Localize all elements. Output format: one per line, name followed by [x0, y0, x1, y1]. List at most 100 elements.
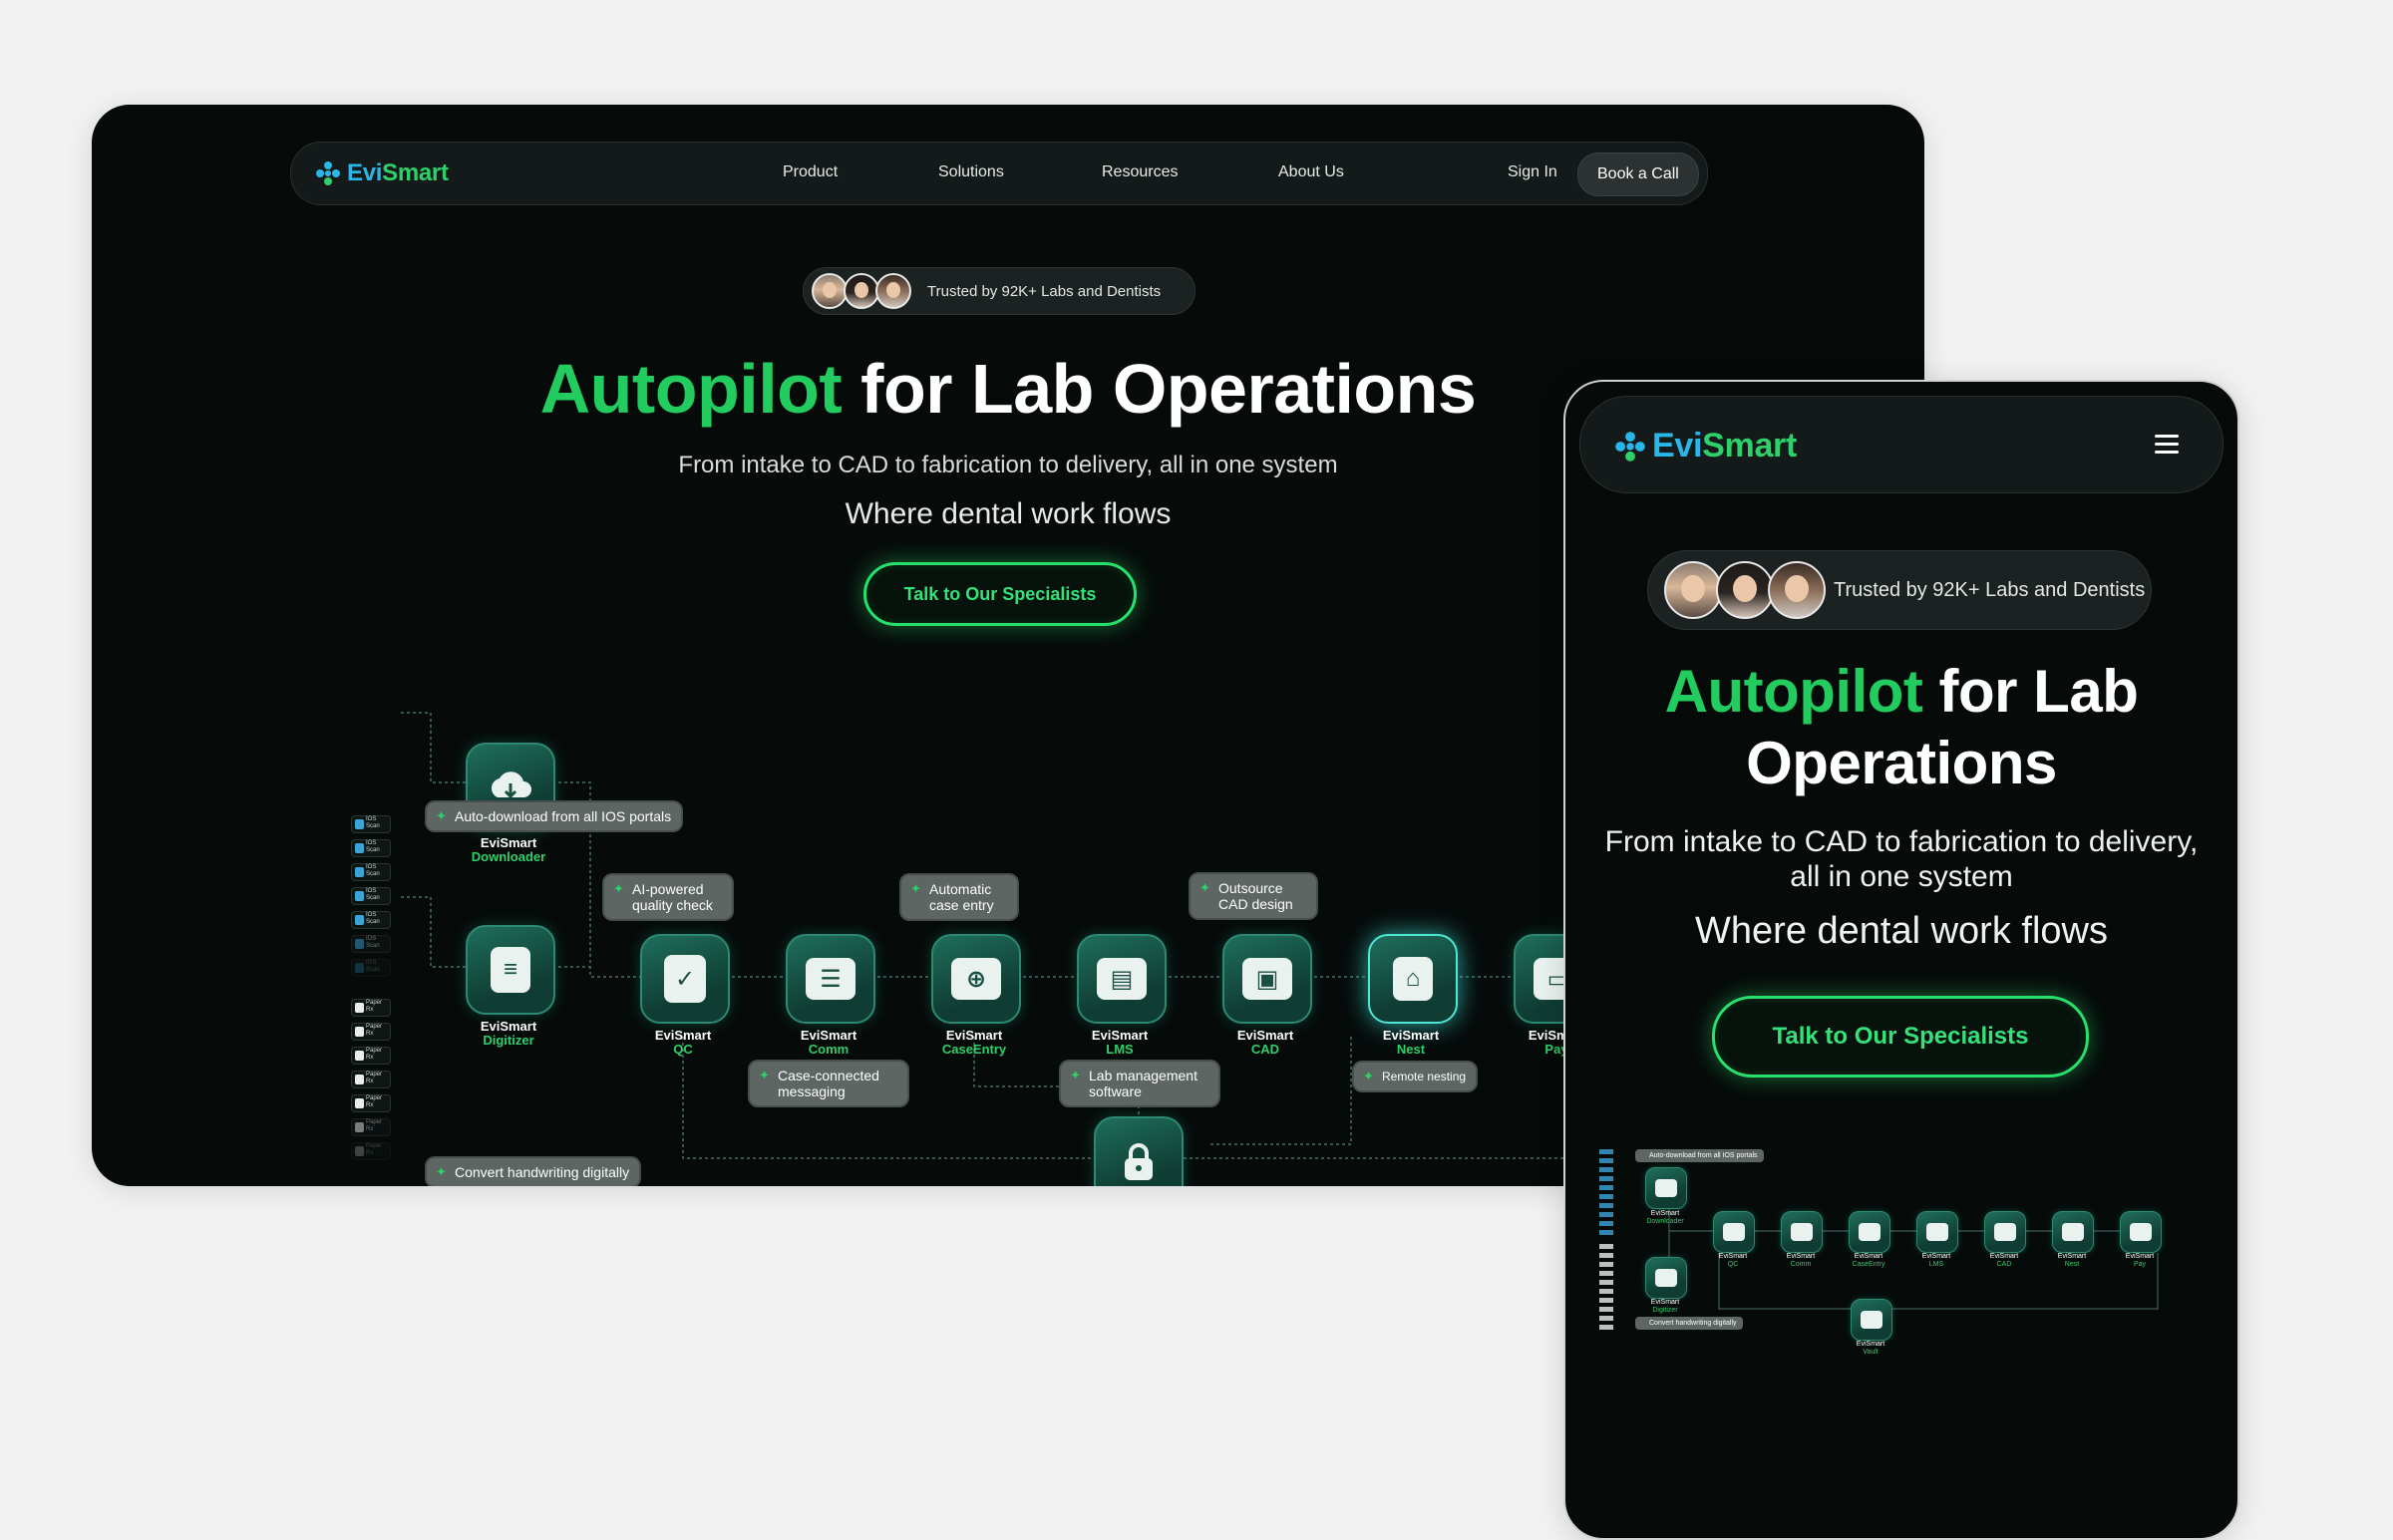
scan-document-icon: [1655, 1269, 1677, 1287]
mobile-lms-node[interactable]: [1916, 1211, 1958, 1253]
nest-mill-icon: ⌂: [1393, 957, 1433, 1001]
node-sub: Digitizer: [483, 1033, 534, 1048]
comm-node[interactable]: ☰: [786, 934, 875, 1024]
avatar: [812, 273, 848, 309]
chat-icon: [1791, 1223, 1813, 1241]
trust-badge: Trusted by 92K+ Labs and Dentists: [803, 267, 1196, 315]
hero-title-highlight: Autopilot: [1664, 658, 1923, 725]
hamburger-menu-icon[interactable]: [2155, 435, 2179, 459]
paper-rx-input: Paper Rx: [351, 1094, 391, 1112]
mobile-hero-subtitle: From intake to CAD to fabrication to del…: [1604, 825, 2199, 893]
nav-resources[interactable]: Resources: [1102, 163, 1178, 181]
ios-scan-input: IOS Scan: [351, 839, 391, 857]
avatar: [1716, 561, 1774, 619]
mobile-qc-label: EviSmart QC: [1703, 1253, 1763, 1269]
top-nav: EviSmart Product Solutions Resources Abo…: [290, 142, 1708, 205]
avatar: [844, 273, 879, 309]
node-sub: Comm: [808, 1042, 850, 1057]
mobile-downloader-node[interactable]: [1645, 1167, 1687, 1209]
qc-node[interactable]: ✓: [640, 934, 730, 1024]
paper-rx-input: Paper Rx: [351, 999, 391, 1017]
mobile-caseentry-node[interactable]: [1849, 1211, 1890, 1253]
mobile-lms-label: EviSmart LMS: [1906, 1253, 1966, 1269]
vault-node[interactable]: [1094, 1116, 1184, 1186]
mobile-pay-node[interactable]: [2120, 1211, 2162, 1253]
node-sub: Downloader: [1646, 1218, 1684, 1225]
paper-rx-input: Paper Rx: [351, 1047, 391, 1065]
scan-document-icon: ≡: [491, 947, 530, 993]
node-name: EviSmart: [1718, 1253, 1748, 1260]
brand-word-evi: Evi: [1652, 427, 1703, 464]
hero-title-rest: for Lab Operations: [842, 350, 1477, 428]
avatar: [875, 273, 911, 309]
nav-solutions[interactable]: Solutions: [938, 163, 1004, 181]
node-sub: QC: [1727, 1261, 1739, 1268]
mobile-pay-label: EviSmart Pay: [2110, 1253, 2170, 1269]
callout-case-messaging: Case-connected messaging: [750, 1062, 907, 1105]
brand-logo[interactable]: EviSmart: [1614, 427, 1797, 465]
node-sub: CaseEntry: [1852, 1261, 1885, 1268]
mobile-nest-node[interactable]: [2052, 1211, 2094, 1253]
lms-node[interactable]: ▤: [1077, 934, 1167, 1024]
nest-mill-icon: [2062, 1223, 2084, 1241]
nest-node[interactable]: ⌂: [1368, 934, 1458, 1024]
mobile-qc-node[interactable]: [1713, 1211, 1755, 1253]
callout-auto-download: Auto-download from all IOS portals: [427, 802, 682, 830]
caseentry-label: EviSmart CaseEntry: [914, 1029, 1034, 1057]
node-sub: CAD: [1250, 1042, 1280, 1057]
mobile-hero-title: Autopilot for Lab Operations: [1565, 656, 2237, 799]
caseentry-node[interactable]: ⊕: [931, 934, 1021, 1024]
lms-icon: [1926, 1223, 1948, 1241]
nav-about-us[interactable]: About Us: [1278, 163, 1344, 181]
mobile-vault-node[interactable]: [1851, 1299, 1892, 1341]
brand-word-smart: Smart: [382, 159, 449, 186]
paper-rx-input: Paper Rx: [351, 1118, 391, 1136]
mobile-digitizer-label: EviSmart Digitizer: [1635, 1299, 1695, 1315]
mobile-workflow-diagram: Auto-download from all IOS portals Conve…: [1599, 1149, 2208, 1359]
node-name: EviSmart: [2057, 1253, 2087, 1260]
hero-title-rest: for Lab: [1922, 658, 2139, 725]
node-name: EviSmart: [480, 835, 537, 850]
chat-icon: ☰: [806, 958, 855, 1000]
mobile-hero-tagline: Where dental work flows: [1695, 910, 2108, 952]
evismart-logo-icon: [1615, 431, 1645, 462]
brand-logo[interactable]: EviSmart: [315, 159, 449, 187]
lms-icon: ▤: [1097, 958, 1147, 1000]
node-name: EviSmart: [1921, 1253, 1951, 1260]
mobile-talk-to-specialists-button[interactable]: Talk to Our Specialists: [1712, 996, 2089, 1078]
brand-word-smart: Smart: [1702, 427, 1798, 464]
node-sub: Vault: [1863, 1349, 1879, 1356]
mobile-cad-node[interactable]: [1984, 1211, 2026, 1253]
sign-in-link[interactable]: Sign In: [1508, 163, 1557, 181]
node-sub: Comm: [1790, 1261, 1812, 1268]
mobile-vault-label: EviSmart Vault: [1841, 1341, 1900, 1357]
mobile-comm-node[interactable]: [1781, 1211, 1823, 1253]
mobile-caseentry-label: EviSmart CaseEntry: [1839, 1253, 1898, 1269]
node-name: EviSmart: [1786, 1253, 1816, 1260]
node-name: EviSmart: [1856, 1341, 1885, 1348]
mobile-callout-auto-download: Auto-download from all IOS portals: [1635, 1149, 1764, 1162]
node-sub: Digitizer: [1652, 1307, 1678, 1314]
talk-to-specialists-button[interactable]: Talk to Our Specialists: [863, 562, 1137, 626]
trust-text: Trusted by 92K+ Labs and Dentists: [927, 282, 1162, 300]
digitizer-label: EviSmart Digitizer: [449, 1020, 568, 1048]
case-entry-icon: [1859, 1223, 1880, 1241]
ios-scan-input: IOS Scan: [351, 815, 391, 833]
node-name: EviSmart: [1091, 1028, 1149, 1043]
lock-icon: [1125, 1143, 1153, 1180]
callout-remote-nesting: Remote nesting: [1354, 1063, 1477, 1090]
nav-product[interactable]: Product: [783, 163, 838, 181]
ios-scan-stack: [1599, 1149, 1613, 1239]
mobile-digitizer-node[interactable]: [1645, 1257, 1687, 1299]
cad-label: EviSmart CAD: [1205, 1029, 1325, 1057]
node-sub: Pay: [2133, 1261, 2147, 1268]
quality-check-icon: [1723, 1223, 1745, 1241]
book-a-call-button[interactable]: Book a Call: [1577, 153, 1699, 196]
node-name: EviSmart: [1650, 1299, 1680, 1306]
node-name: EviSmart: [1236, 1028, 1294, 1043]
digitizer-node[interactable]: ≡: [466, 925, 555, 1015]
brand-word-evi: Evi: [347, 159, 383, 186]
cad-node[interactable]: ▣: [1222, 934, 1312, 1024]
mobile-nav: EviSmart: [1579, 396, 2223, 493]
node-name: EviSmart: [945, 1028, 1003, 1043]
